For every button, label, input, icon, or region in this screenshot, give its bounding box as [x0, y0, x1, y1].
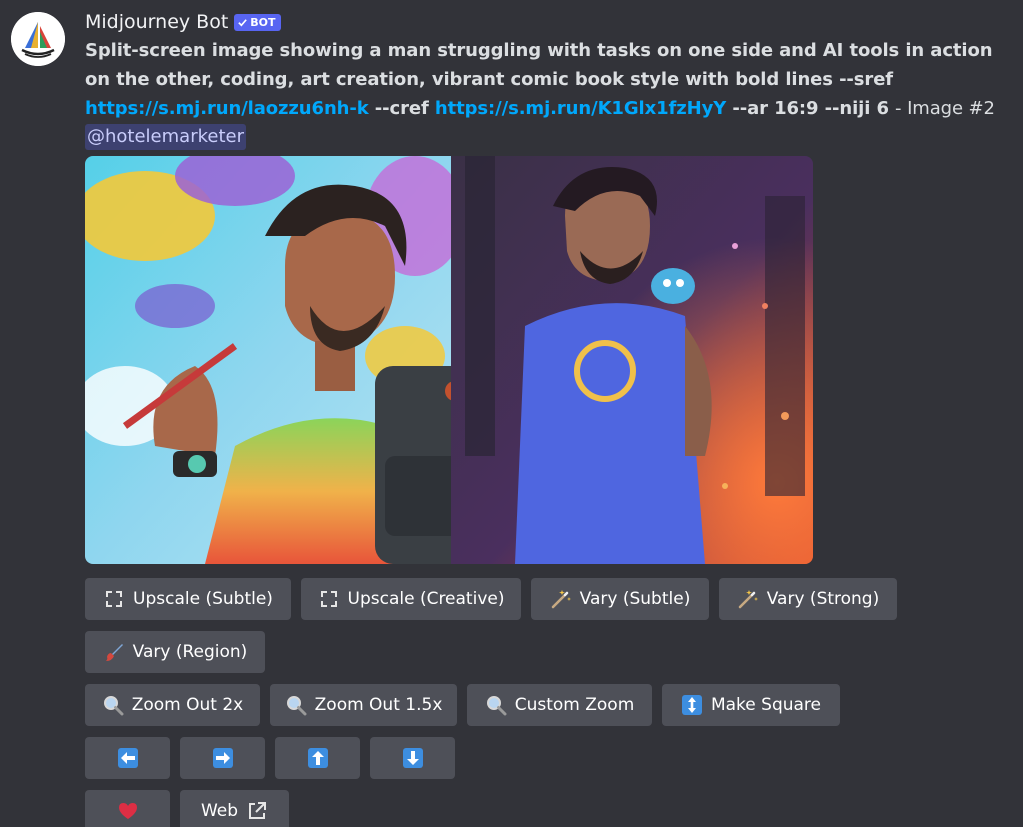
message-content: Midjourney Bot BOT Split-screen image sh… — [85, 8, 1015, 150]
magic-wand-icon — [738, 590, 758, 609]
zoom-out-2x-button[interactable]: Zoom Out 2x — [85, 684, 260, 726]
generated-image[interactable] — [85, 156, 813, 564]
upscale-icon — [106, 591, 123, 607]
prompt-body: Split-screen image showing a man struggl… — [85, 40, 993, 90]
upscale-creative-label: Upscale (Creative) — [347, 589, 505, 609]
pan-down-button[interactable] — [370, 737, 455, 779]
pan-left-button[interactable] — [85, 737, 170, 779]
avatar[interactable] — [11, 12, 65, 66]
zoom-out-1-5x-button[interactable]: Zoom Out 1.5x — [270, 684, 457, 726]
upscale-icon — [320, 591, 337, 607]
pan-up-button[interactable] — [275, 737, 360, 779]
arrow-right-icon — [212, 748, 233, 768]
upscale-creative-button[interactable]: Upscale (Creative) — [301, 578, 521, 620]
vary-strong-label: Vary (Strong) — [766, 589, 880, 609]
arrow-left-icon — [117, 748, 138, 768]
author-name[interactable]: Midjourney Bot — [85, 11, 228, 33]
vary-subtle-button[interactable]: Vary (Subtle) — [531, 578, 709, 620]
up-down-arrow-icon — [681, 695, 702, 715]
upscale-subtle-label: Upscale (Subtle) — [133, 589, 273, 609]
cref-flag: --cref — [374, 98, 429, 119]
zoom-out-1-5x-label: Zoom Out 1.5x — [314, 695, 443, 715]
button-row-region: Vary (Region) — [85, 631, 265, 673]
midjourney-logo-icon — [11, 12, 65, 66]
make-square-label: Make Square — [710, 695, 822, 715]
custom-zoom-button[interactable]: Custom Zoom — [467, 684, 652, 726]
prompt-text: Split-screen image showing a man struggl… — [85, 36, 1015, 123]
upscale-subtle-button[interactable]: Upscale (Subtle) — [85, 578, 291, 620]
arrow-up-icon — [307, 748, 328, 768]
bot-badge-label: BOT — [250, 15, 276, 29]
image-index: - Image #2 — [895, 98, 995, 119]
vary-subtle-label: Vary (Subtle) — [579, 589, 691, 609]
external-link-icon — [249, 802, 267, 819]
magnifier-icon — [103, 696, 124, 716]
user-mention[interactable]: @hotelemarketer — [85, 124, 246, 150]
cref-link[interactable]: https://s.mj.run/K1Glx1fzHyY — [435, 98, 726, 119]
vary-region-button[interactable]: Vary (Region) — [85, 631, 265, 673]
button-row-zoom: Zoom Out 2x Zoom Out 1.5x Custom Zoom Ma… — [85, 684, 840, 726]
paintbrush-icon — [105, 644, 123, 661]
message-header: Midjourney Bot BOT — [85, 8, 1015, 36]
bot-badge: BOT — [234, 13, 281, 31]
zoom-out-2x-label: Zoom Out 2x — [131, 695, 244, 715]
vary-region-label: Vary (Region) — [132, 642, 248, 662]
generated-image-artwork — [85, 156, 813, 564]
sref-link[interactable]: https://s.mj.run/laozzu6nh-k — [85, 98, 369, 119]
heart-icon — [118, 803, 137, 819]
web-label: Web — [200, 801, 239, 821]
magic-wand-icon — [551, 590, 571, 609]
make-square-button[interactable]: Make Square — [662, 684, 840, 726]
arrow-down-icon — [402, 748, 423, 768]
magnifier-icon — [486, 696, 507, 716]
vary-strong-button[interactable]: Vary (Strong) — [719, 578, 897, 620]
prompt-params: --ar 16:9 --niji 6 — [732, 98, 889, 119]
web-button[interactable]: Web — [180, 790, 289, 827]
magnifier-icon — [286, 696, 307, 716]
button-row-extra: Web — [85, 790, 289, 827]
favorite-button[interactable] — [85, 790, 170, 827]
button-row-upscale-vary: Upscale (Subtle) Upscale (Creative) Vary… — [85, 578, 897, 620]
chat-message: Midjourney Bot BOT Split-screen image sh… — [0, 0, 1023, 827]
check-icon — [238, 18, 248, 26]
button-row-pan — [85, 737, 455, 779]
custom-zoom-label: Custom Zoom — [514, 695, 635, 715]
pan-right-button[interactable] — [180, 737, 265, 779]
